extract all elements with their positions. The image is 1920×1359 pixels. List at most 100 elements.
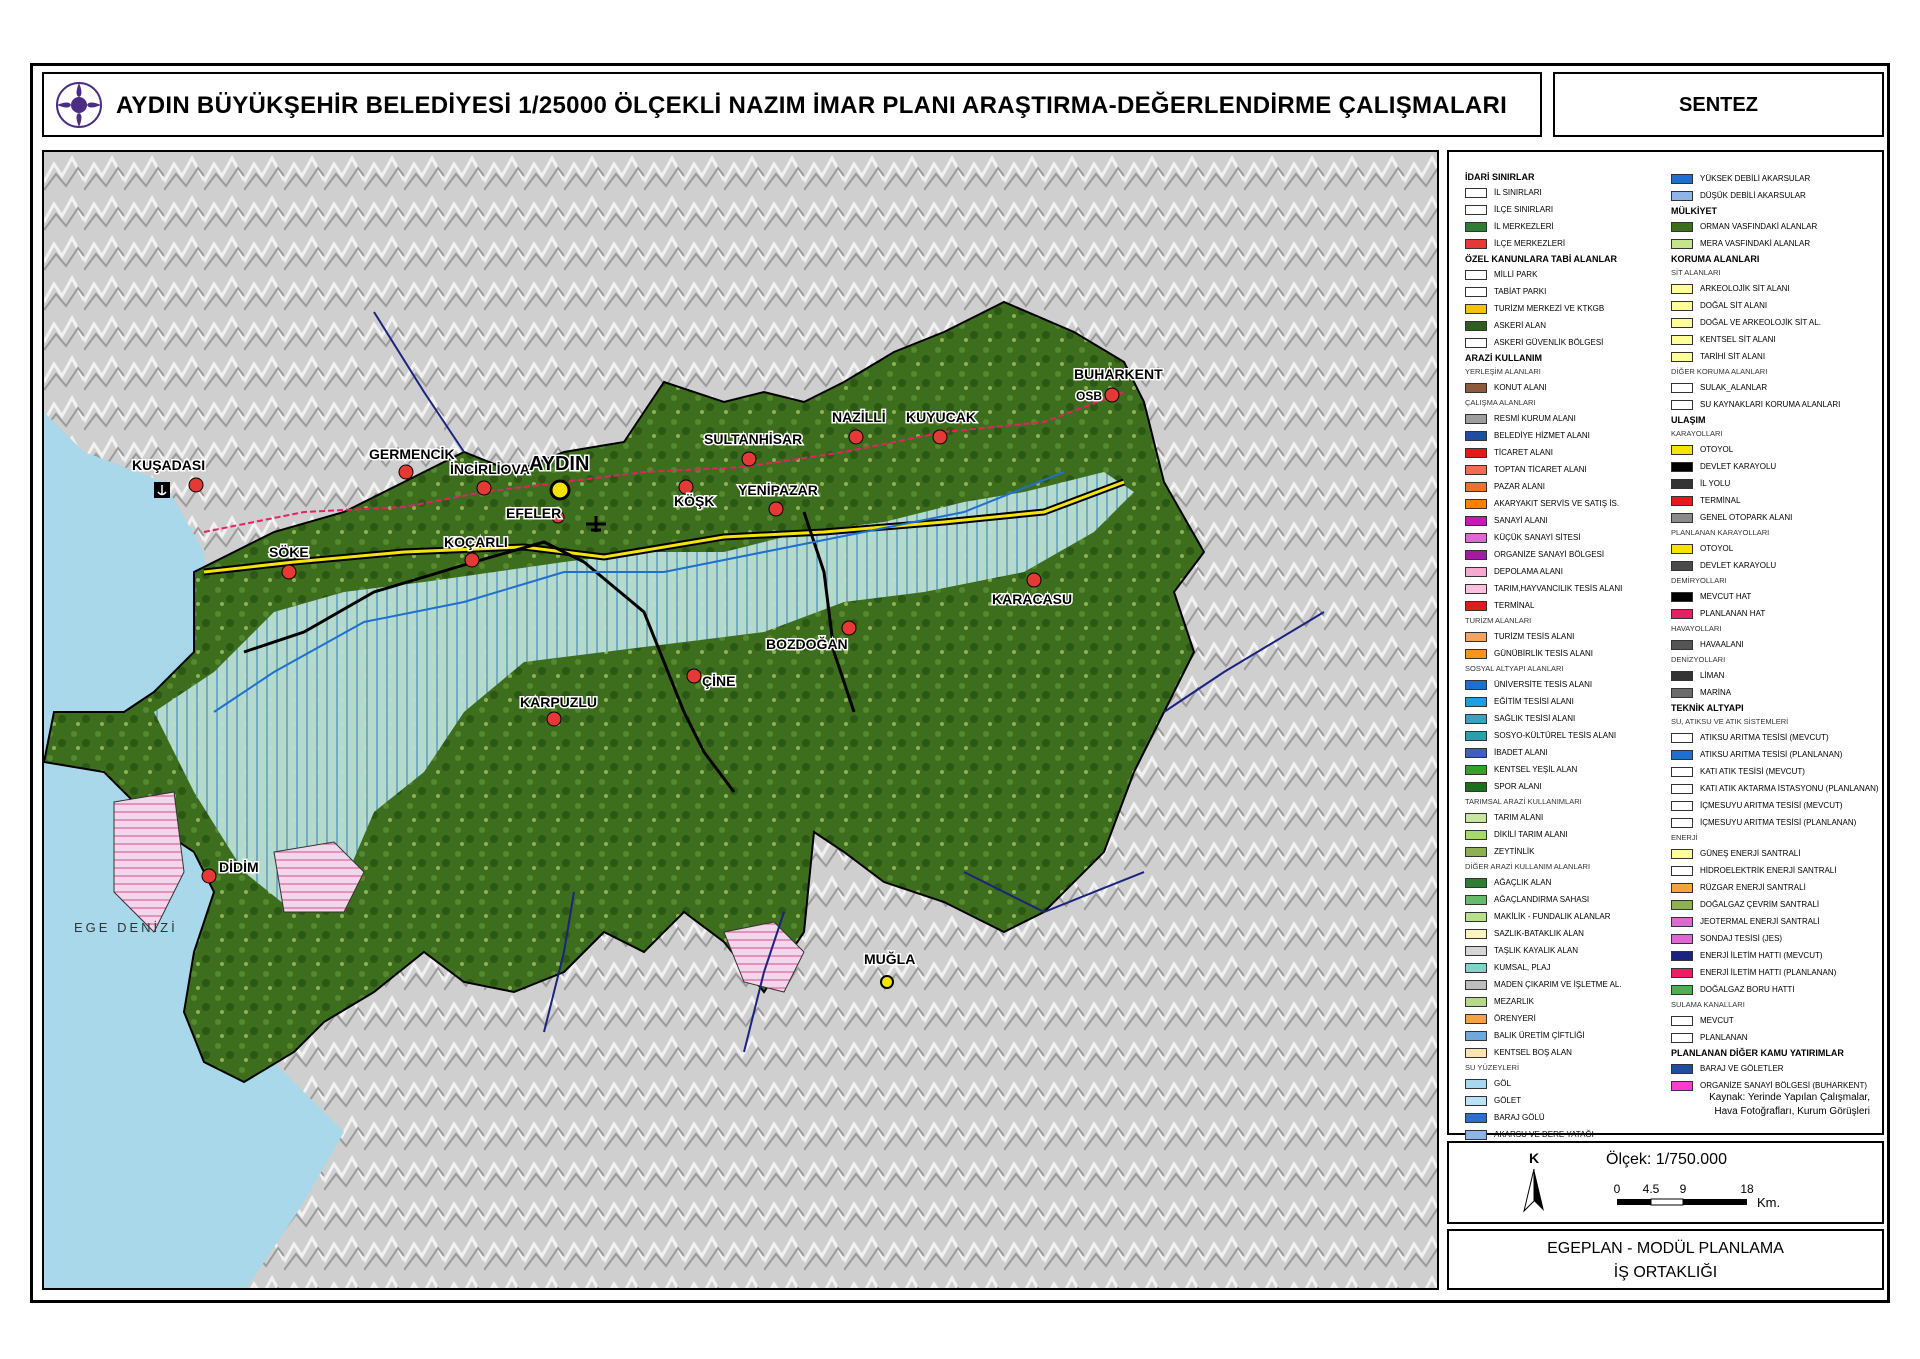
legend-swatch — [1671, 950, 1693, 961]
legend-swatch — [1671, 639, 1693, 650]
legend-swatch — [1671, 817, 1693, 828]
legend-swatch — [1465, 1112, 1487, 1123]
center-kosk[interactable] — [678, 479, 694, 495]
legend-item: BARAJ VE GÖLETLER — [1671, 1060, 1881, 1077]
center-incirliova[interactable] — [476, 480, 492, 496]
page-title: AYDIN BÜYÜKŞEHİR BELEDİYESİ 1/25000 ÖLÇE… — [116, 92, 1508, 119]
legend-subheading: SU YÜZEYLERİ — [1465, 1063, 1520, 1072]
legend-label: SONDAJ TESİSİ (JES) — [1700, 934, 1783, 943]
center-cine[interactable] — [686, 668, 702, 684]
legend-item: KONUT ALANI — [1465, 379, 1665, 396]
legend-label: ATIKSU ARITMA TESİSİ (MEVCUT) — [1700, 733, 1829, 742]
legend-item: HİDROELEKTRİK ENERJİ SANTRALİ — [1671, 862, 1881, 879]
legend-item: TABİAT PARKI — [1465, 283, 1665, 300]
legend-label: İLÇE SINIRLARI — [1494, 205, 1554, 214]
legend-label: SU KAYNAKLARI KORUMA ALANLARI — [1700, 400, 1841, 409]
legend-label: ORGANİZE SANAYİ BÖLGESİ — [1494, 550, 1605, 559]
legend-heading: MÜLKİYET — [1671, 206, 1717, 216]
map-panel[interactable]: KUŞADASI GERMENCİK İNCİRLİOVA AYDIN EFEL… — [42, 150, 1439, 1290]
legend-swatch — [1465, 846, 1487, 857]
legend-swatch — [1465, 1095, 1487, 1106]
legend-label: MEVCUT — [1700, 1016, 1734, 1025]
legend-subheading: TURİZM ALANLARI — [1465, 616, 1532, 625]
legend-item: ATIKSU ARITMA TESİSİ (PLANLANAN) — [1671, 746, 1881, 763]
legend-item: DİKİLİ TARIM ALANI — [1465, 826, 1665, 843]
legend-swatch — [1465, 764, 1487, 775]
legend-label: TURİZM TESİS ALANI — [1494, 632, 1575, 641]
legend-label: AĞAÇLIK ALAN — [1494, 878, 1552, 887]
center-soke[interactable] — [281, 564, 297, 580]
legend-swatch — [1465, 566, 1487, 577]
legend-swatch — [1671, 967, 1693, 978]
legend-swatch — [1465, 481, 1487, 492]
label-kosk: KÖŞK — [674, 493, 714, 509]
legend-swatch — [1671, 848, 1693, 859]
center-aydin[interactable] — [549, 479, 571, 501]
legend-item: TERMİNAL — [1671, 492, 1881, 509]
legend-swatch — [1465, 962, 1487, 973]
legend-item: PAZAR ALANI — [1465, 478, 1665, 495]
legend-swatch — [1465, 1129, 1487, 1140]
label-karpuzlu: KARPUZLU — [520, 694, 597, 710]
center-yenipazar[interactable] — [768, 501, 784, 517]
legend-label: OTOYOL — [1700, 544, 1734, 553]
legend-label: İÇMESUYU ARITMA TESİSİ (MEVCUT) — [1700, 801, 1843, 810]
center-mugla[interactable] — [880, 975, 894, 989]
center-bozdogan[interactable] — [841, 620, 857, 636]
legend-swatch — [1671, 933, 1693, 944]
center-karpuzlu[interactable] — [546, 711, 562, 727]
legend-item: DEVLET KARAYOLU — [1671, 458, 1881, 475]
legend-label: TİCARET ALANI — [1494, 448, 1553, 457]
legend-item: GENEL OTOPARK ALANI — [1671, 509, 1881, 526]
legend-swatch — [1465, 877, 1487, 888]
legend-item: PLANLANAN HAT — [1671, 605, 1881, 622]
center-buharkent[interactable] — [1104, 387, 1120, 403]
legend-swatch — [1465, 498, 1487, 509]
legend-item: ASKERİ ALAN — [1465, 317, 1665, 334]
legend-item: AĞAÇLANDIRMA SAHASI — [1465, 891, 1665, 908]
legend-swatch — [1671, 783, 1693, 794]
legend-label: HAVAALANI — [1700, 640, 1744, 649]
legend-item: TURİZM TESİS ALANI — [1465, 628, 1665, 645]
legend-item: BARAJ GÖLÜ — [1465, 1109, 1665, 1126]
legend-swatch — [1671, 766, 1693, 777]
legend-swatch — [1671, 317, 1693, 328]
label-aydin: AYDIN — [529, 453, 589, 475]
center-kusadasi[interactable] — [188, 477, 204, 493]
center-karacasu[interactable] — [1026, 572, 1042, 588]
legend-swatch — [1671, 238, 1693, 249]
legend-label: TARIM,HAYVANCILIK TESİS ALANI — [1494, 584, 1623, 593]
center-kocarli[interactable] — [464, 552, 480, 568]
legend-swatch — [1671, 1015, 1693, 1026]
center-didim[interactable] — [201, 868, 217, 884]
map-canvas[interactable]: KUŞADASI GERMENCİK İNCİRLİOVA AYDIN EFEL… — [44, 152, 1439, 1290]
legend-label: AKARYAKIT SERVİS VE SATIŞ İS. — [1494, 499, 1620, 508]
label-germencik: GERMENCİK — [369, 446, 455, 462]
legend-swatch — [1465, 713, 1487, 724]
scale-tick: 0 — [1614, 1182, 1621, 1196]
legend-swatch — [1671, 916, 1693, 927]
legend-subheading: ENERJİ — [1671, 833, 1698, 842]
legend-swatch — [1671, 478, 1693, 489]
legend-item: SULAK_ALANLAR — [1671, 379, 1881, 396]
legend-swatch — [1465, 238, 1487, 249]
legend-item: TARIM,HAYVANCILIK TESİS ALANI — [1465, 580, 1665, 597]
label-bozdogan: BOZDOĞAN — [766, 635, 848, 652]
legend-item: MAKİLİK - FUNDALIK ALANLAR — [1465, 908, 1665, 925]
scale-unit: Km. — [1757, 1195, 1780, 1210]
legend-label: TOPTAN TİCARET ALANI — [1494, 465, 1587, 474]
center-sultanhisar[interactable] — [741, 451, 757, 467]
center-nazilli[interactable] — [848, 429, 864, 445]
legend-label: MAKİLİK - FUNDALIK ALANLAR — [1494, 912, 1611, 921]
legend-item: MADEN ÇIKARIM VE İŞLETME AL. — [1465, 976, 1665, 993]
legend-label: KENTSEL BOŞ ALAN — [1494, 1048, 1572, 1057]
center-germencik[interactable] — [398, 464, 414, 480]
center-kuyucak[interactable] — [932, 429, 948, 445]
legend-label: ORMAN VASFINDAKİ ALANLAR — [1700, 222, 1818, 231]
legend-item: OTOYOL — [1671, 441, 1881, 458]
legend-label: GÜNEŞ ENERJİ SANTRALİ — [1700, 849, 1801, 858]
legend-swatch — [1465, 631, 1487, 642]
legend-heading: ÖZEL KANUNLARA TABİ ALANLAR — [1465, 254, 1617, 264]
legend-label: HİDROELEKTRİK ENERJİ SANTRALİ — [1700, 866, 1837, 875]
legend-item: AĞAÇLIK ALAN — [1465, 874, 1665, 891]
